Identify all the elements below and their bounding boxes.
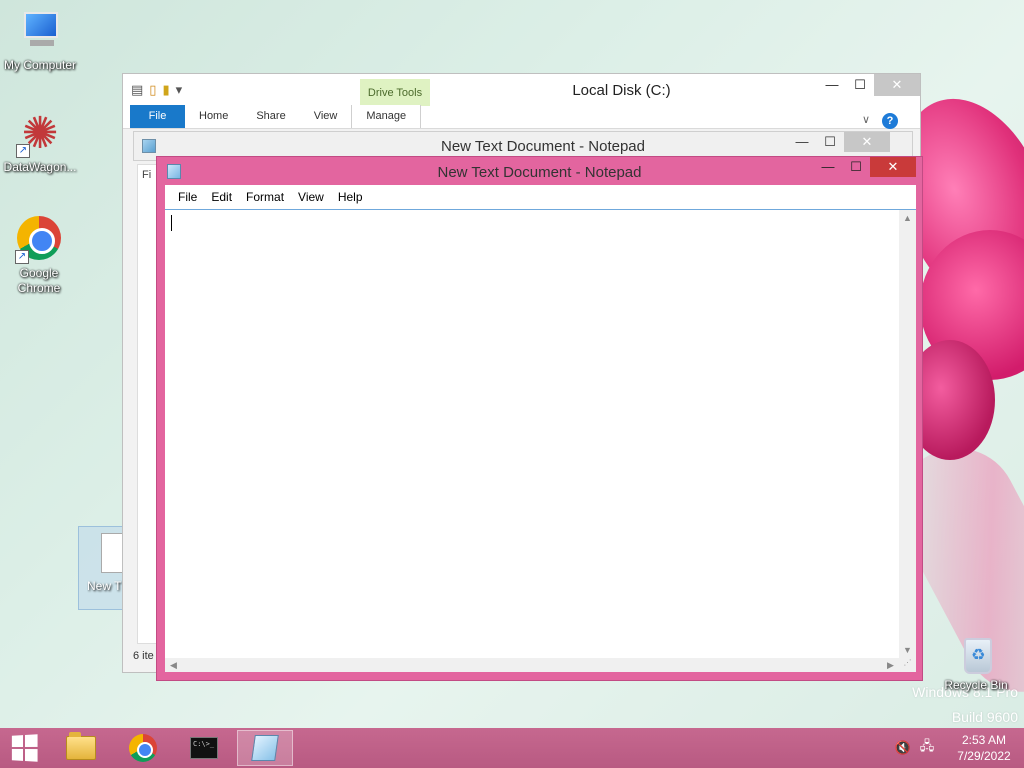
taskbar-app-cmd[interactable]: C:\>_	[176, 730, 232, 766]
menu-file[interactable]: File	[171, 190, 204, 204]
minimize-button[interactable]: —	[814, 157, 842, 177]
close-button[interactable]: ✕	[874, 74, 920, 96]
notepad-window[interactable]: New Text Document - Notepad — ☐ ✕ File E…	[156, 156, 923, 681]
recycle-bin-icon	[964, 638, 992, 674]
command-prompt-icon: C:\>_	[190, 737, 218, 759]
start-button[interactable]	[0, 728, 48, 768]
menu-format[interactable]: Format	[239, 190, 291, 204]
text-caret	[171, 215, 172, 231]
scroll-down-icon[interactable]: ▼	[899, 642, 916, 659]
desktop-icon-label: My Computer	[3, 58, 77, 72]
navigation-pane-label: Fi	[142, 169, 152, 181]
tab-file[interactable]: File	[130, 105, 185, 128]
computer-icon	[16, 8, 64, 56]
desktop-icon-my-computer[interactable]: My Computer	[0, 8, 80, 73]
volume-muted-icon[interactable]: 🔇	[894, 740, 912, 756]
vertical-scrollbar[interactable]: ▲ ▼	[899, 210, 916, 659]
scroll-up-icon[interactable]: ▲	[899, 210, 916, 227]
clock-date: 7/29/2022	[957, 749, 1011, 763]
desktop-icon-label: DataWagon...	[3, 160, 77, 174]
menu-edit[interactable]: Edit	[204, 190, 239, 204]
scroll-left-icon[interactable]: ◀	[165, 658, 182, 672]
close-button[interactable]: ✕	[870, 157, 916, 177]
desktop-file-new-text-document[interactable]: New T Docur	[78, 526, 157, 610]
tab-manage[interactable]: Manage	[351, 105, 422, 128]
minimize-button[interactable]: —	[788, 132, 816, 152]
menu-help[interactable]: Help	[331, 190, 370, 204]
minimize-button[interactable]: —	[818, 74, 846, 96]
network-icon[interactable]: 🖧	[918, 737, 936, 759]
tab-view[interactable]: View	[300, 105, 352, 128]
desktop-icon-label: Google Chrome	[17, 266, 61, 295]
close-button[interactable]: ✕	[844, 132, 890, 152]
desktop-icon-datawagon[interactable]: ✺ ↗ DataWagon...	[0, 110, 80, 175]
taskbar-app-file-explorer[interactable]	[53, 730, 109, 766]
maximize-button[interactable]: ☐	[816, 132, 844, 152]
desktop-icon-label: Recycle Bin	[944, 678, 1008, 692]
ribbon-tabs: File Home Share View Manage ∨ ?	[123, 105, 920, 132]
tab-home[interactable]: Home	[185, 105, 242, 128]
notepad-titlebar[interactable]: New Text Document - Notepad — ☐ ✕	[157, 157, 922, 185]
maximize-button[interactable]: ☐	[846, 74, 874, 96]
scroll-right-icon[interactable]: ▶	[882, 658, 899, 672]
os-watermark-build: Build 9600	[951, 709, 1018, 725]
text-editor-area[interactable]: ▲ ▼ ◀ ▶ ⋰	[165, 209, 916, 672]
tab-share[interactable]: Share	[242, 105, 299, 128]
window-title: Local Disk (C:)	[572, 82, 671, 99]
help-icon[interactable]: ?	[882, 112, 898, 129]
menu-view[interactable]: View	[291, 190, 331, 204]
shortcut-arrow-icon: ↗	[16, 144, 30, 158]
window-title: New Text Document - Notepad	[437, 164, 642, 181]
windows-logo-icon	[11, 734, 38, 762]
resize-grip-icon[interactable]: ⋰	[899, 658, 916, 672]
clock[interactable]: 2:53 AM 7/29/2022	[952, 732, 1016, 764]
chrome-icon	[129, 734, 157, 762]
horizontal-scrollbar[interactable]: ◀ ▶	[165, 658, 899, 672]
taskbar-app-notepad[interactable]	[237, 730, 293, 766]
explorer-titlebar[interactable]: ▤ ▯ ▮ ▾ Drive Tools Local Disk (C:) — ☐ …	[123, 74, 920, 107]
status-bar-item-count: 6 ite	[133, 650, 154, 662]
shortcut-arrow-icon: ↗	[15, 250, 29, 264]
taskbar: C:\>_ 🔇 🖧 2:53 AM 7/29/2022	[0, 728, 1024, 768]
taskbar-app-chrome[interactable]	[115, 730, 171, 766]
menu-bar: File Edit Format View Help	[165, 185, 916, 209]
datawagon-logo-icon: ✺ ↗	[16, 110, 64, 158]
expand-ribbon-icon[interactable]: ∨	[862, 109, 870, 132]
clock-time: 2:53 AM	[961, 733, 1007, 747]
desktop-icon-recycle-bin[interactable]: Recycle Bin	[936, 630, 1016, 693]
folder-icon	[66, 732, 96, 760]
navigation-pane[interactable]: Fi	[137, 164, 157, 644]
maximize-button[interactable]: ☐	[842, 157, 870, 177]
desktop-icon-google-chrome[interactable]: ↗ Google Chrome	[0, 214, 78, 296]
system-tray: 🔇 🖧 2:53 AM 7/29/2022	[894, 728, 1024, 768]
notepad-icon	[251, 735, 279, 761]
